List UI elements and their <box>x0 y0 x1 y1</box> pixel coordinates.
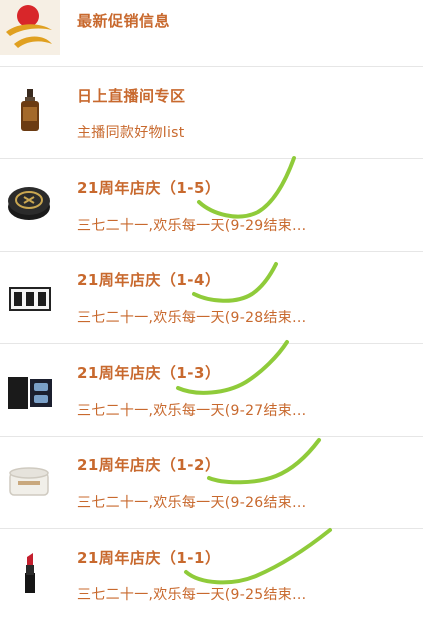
item-title: 21周年店庆（1-5） <box>77 179 221 197</box>
lipstick-icon <box>0 543 62 605</box>
item-title: 日上直播间专区 <box>77 87 186 105</box>
item-subtitle: 三七二十一,欢乐每一天(9-26结束... <box>77 495 307 511</box>
item-title: 最新促销信息 <box>77 12 171 30</box>
item-subtitle: 三七二十一,欢乐每一天(9-29结束... <box>77 218 307 234</box>
product-set-icon <box>0 266 62 328</box>
list-item-live-stream-zone[interactable]: 日上直播间专区 主播同款好物list <box>0 67 423 158</box>
list-item-anniversary-1-4[interactable]: 21周年店庆（1-4） 三七二十一,欢乐每一天(9-28结束... <box>0 252 423 343</box>
list-item-latest-promotions[interactable]: 最新促销信息 <box>0 0 423 66</box>
item-subtitle: 主播同款好物list <box>77 125 185 141</box>
list-item-anniversary-1-3[interactable]: 21周年店庆（1-3） 三七二十一,欢乐每一天(9-27结束... <box>0 344 423 436</box>
perfume-gift-box-icon <box>0 359 62 421</box>
item-subtitle: 三七二十一,欢乐每一天(9-28结束... <box>77 310 307 326</box>
item-title: 21周年店庆（1-2） <box>77 456 221 474</box>
cream-jar-icon <box>0 451 62 513</box>
promotion-list: 最新促销信息 日上直播间专区 主播同款好物list 21周年店庆（1-5） 三七… <box>0 0 423 618</box>
serum-bottle-icon <box>0 81 62 143</box>
item-title: 21周年店庆（1-1） <box>77 549 221 567</box>
item-subtitle: 三七二十一,欢乐每一天(9-25结束... <box>77 587 307 603</box>
company-logo-icon <box>0 0 60 55</box>
list-item-anniversary-1-5[interactable]: 21周年店庆（1-5） 三七二十一,欢乐每一天(9-29结束... <box>0 159 423 251</box>
item-title: 21周年店庆（1-3） <box>77 364 221 382</box>
item-subtitle: 三七二十一,欢乐每一天(9-27结束... <box>77 403 307 419</box>
list-item-anniversary-1-1[interactable]: 21周年店庆（1-1） 三七二十一,欢乐每一天(9-25结束... <box>0 529 423 618</box>
item-title: 21周年店庆（1-4） <box>77 271 221 289</box>
list-item-anniversary-1-2[interactable]: 21周年店庆（1-2） 三七二十一,欢乐每一天(9-26结束... <box>0 437 423 528</box>
cushion-compact-icon <box>0 173 62 235</box>
